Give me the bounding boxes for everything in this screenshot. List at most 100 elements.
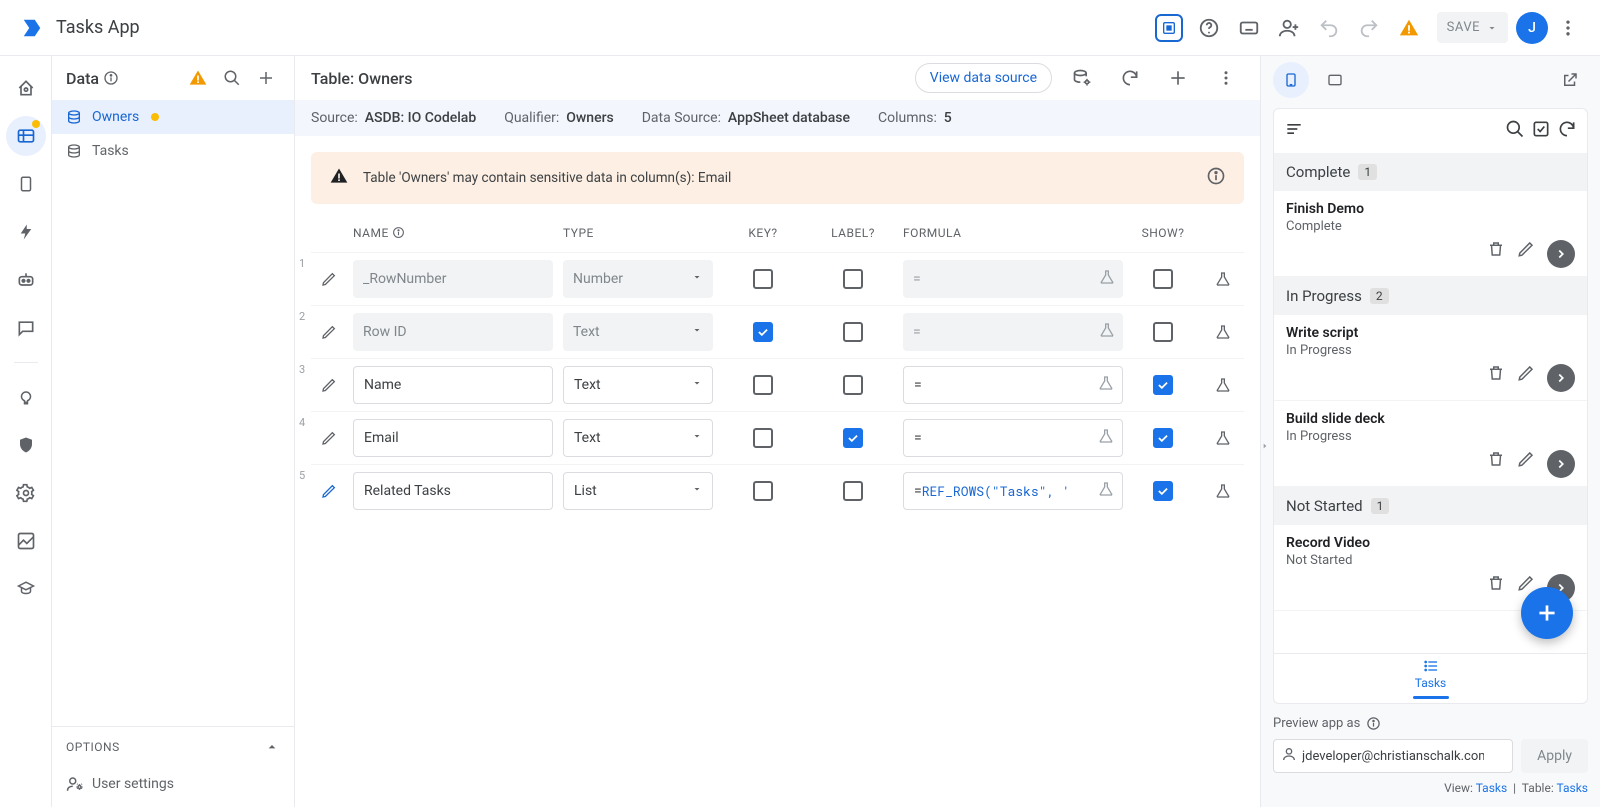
edit-icon[interactable] xyxy=(315,430,343,446)
rail-data-icon[interactable] xyxy=(6,116,46,156)
column-name-input[interactable] xyxy=(353,419,553,457)
flask-icon[interactable] xyxy=(1098,481,1114,501)
delete-icon[interactable] xyxy=(1487,364,1505,392)
add-table-icon[interactable] xyxy=(252,64,280,92)
group-header[interactable]: In Progress2 xyxy=(1274,277,1587,315)
fab-add-button[interactable] xyxy=(1521,587,1573,639)
chevron-right-icon[interactable] xyxy=(1547,364,1575,392)
flask-icon[interactable] xyxy=(1203,430,1243,446)
chevron-right-icon[interactable] xyxy=(1547,240,1575,268)
checkbox[interactable] xyxy=(843,375,863,395)
warning-info-icon[interactable] xyxy=(1206,166,1226,190)
rail-settings-icon[interactable] xyxy=(6,473,46,513)
rail-security-icon[interactable] xyxy=(6,425,46,465)
rail-intelligence-icon[interactable] xyxy=(6,377,46,417)
delete-icon[interactable] xyxy=(1487,450,1505,478)
task-card[interactable]: Finish Demo Complete xyxy=(1274,191,1587,277)
rail-chat-icon[interactable] xyxy=(6,308,46,348)
flask-icon[interactable] xyxy=(1203,377,1243,393)
flask-icon[interactable] xyxy=(1203,324,1243,340)
rail-bot-icon[interactable] xyxy=(6,260,46,300)
edit-icon[interactable] xyxy=(1517,240,1535,268)
info-icon[interactable] xyxy=(1366,716,1381,731)
sort-icon[interactable] xyxy=(1284,119,1304,143)
redo-icon[interactable] xyxy=(1349,8,1389,48)
formula-input[interactable]: = xyxy=(903,260,1123,298)
preview-as-email-input[interactable] xyxy=(1273,739,1513,773)
user-settings-item[interactable]: User settings xyxy=(52,767,294,807)
share-user-icon[interactable] xyxy=(1269,8,1309,48)
delete-icon[interactable] xyxy=(1487,240,1505,268)
rail-learn-icon[interactable] xyxy=(6,569,46,609)
select-all-icon[interactable] xyxy=(1531,119,1551,143)
apply-button[interactable]: Apply xyxy=(1521,739,1588,773)
checkbox[interactable] xyxy=(753,269,773,289)
checkbox[interactable] xyxy=(843,269,863,289)
sidebar-table-owners[interactable]: Owners xyxy=(52,100,294,134)
table-settings-icon[interactable] xyxy=(1064,60,1100,96)
flask-icon[interactable] xyxy=(1099,322,1115,342)
checkbox[interactable] xyxy=(1153,428,1173,448)
checkbox[interactable] xyxy=(753,428,773,448)
footer-view-link[interactable]: Tasks xyxy=(1476,781,1508,795)
checkbox[interactable] xyxy=(1153,481,1173,501)
preview-mobile-tab[interactable] xyxy=(1273,62,1309,98)
view-data-source-button[interactable]: View data source xyxy=(915,63,1052,93)
flask-icon[interactable] xyxy=(1098,428,1114,448)
formula-input[interactable]: = xyxy=(903,419,1123,457)
more-icon[interactable] xyxy=(1208,60,1244,96)
info-icon[interactable] xyxy=(103,70,119,86)
app-mode-icon[interactable] xyxy=(1149,8,1189,48)
checkbox[interactable] xyxy=(753,481,773,501)
preview-search-icon[interactable] xyxy=(1505,119,1525,143)
flask-icon[interactable] xyxy=(1099,269,1115,289)
table-warning-icon[interactable] xyxy=(184,64,212,92)
edit-icon[interactable] xyxy=(1517,450,1535,478)
preview-tablet-tab[interactable] xyxy=(1317,62,1353,98)
checkbox[interactable] xyxy=(1153,375,1173,395)
warning-icon[interactable] xyxy=(1389,8,1429,48)
checkbox[interactable] xyxy=(753,375,773,395)
flask-icon[interactable] xyxy=(1203,483,1243,499)
group-header[interactable]: Complete1 xyxy=(1274,153,1587,191)
more-menu-icon[interactable] xyxy=(1548,8,1588,48)
task-card[interactable]: Build slide deck In Progress xyxy=(1274,401,1587,487)
column-name-input[interactable] xyxy=(353,366,553,404)
save-button[interactable]: SAVE xyxy=(1437,12,1508,43)
checkbox[interactable] xyxy=(843,481,863,501)
app-logo[interactable] xyxy=(12,8,52,48)
rail-actions-icon[interactable] xyxy=(6,212,46,252)
edit-icon[interactable] xyxy=(315,377,343,393)
delete-icon[interactable] xyxy=(1487,574,1505,602)
task-card[interactable]: Write script In Progress xyxy=(1274,315,1587,401)
help-icon[interactable] xyxy=(1189,8,1229,48)
column-type-select[interactable] xyxy=(563,260,713,298)
user-avatar[interactable]: J xyxy=(1516,12,1548,44)
panel-expand-icon[interactable] xyxy=(1260,432,1270,460)
group-header[interactable]: Not Started1 xyxy=(1274,487,1587,525)
checkbox[interactable] xyxy=(843,428,863,448)
phone-nav-tasks[interactable]: Tasks xyxy=(1274,653,1587,703)
checkbox[interactable] xyxy=(843,322,863,342)
info-icon[interactable] xyxy=(392,226,405,239)
column-name-input[interactable] xyxy=(353,313,553,351)
edit-icon[interactable] xyxy=(315,324,343,340)
column-name-input[interactable] xyxy=(353,472,553,510)
checkbox[interactable] xyxy=(1153,269,1173,289)
formula-input[interactable]: = REF_ROWS("Tasks", ' xyxy=(903,472,1123,510)
add-column-icon[interactable] xyxy=(1160,60,1196,96)
formula-input[interactable]: = xyxy=(903,366,1123,404)
regenerate-icon[interactable] xyxy=(1112,60,1148,96)
flask-icon[interactable] xyxy=(1098,375,1114,395)
rail-home-icon[interactable] xyxy=(6,68,46,108)
sync-icon[interactable] xyxy=(1557,119,1577,143)
column-type-select[interactable] xyxy=(563,419,713,457)
undo-icon[interactable] xyxy=(1309,8,1349,48)
column-name-input[interactable] xyxy=(353,260,553,298)
formula-input[interactable]: = xyxy=(903,313,1123,351)
search-icon[interactable] xyxy=(218,64,246,92)
checkbox[interactable] xyxy=(753,322,773,342)
column-type-select[interactable] xyxy=(563,472,713,510)
edit-icon[interactable] xyxy=(315,483,343,499)
sidebar-table-tasks[interactable]: Tasks xyxy=(52,134,294,168)
